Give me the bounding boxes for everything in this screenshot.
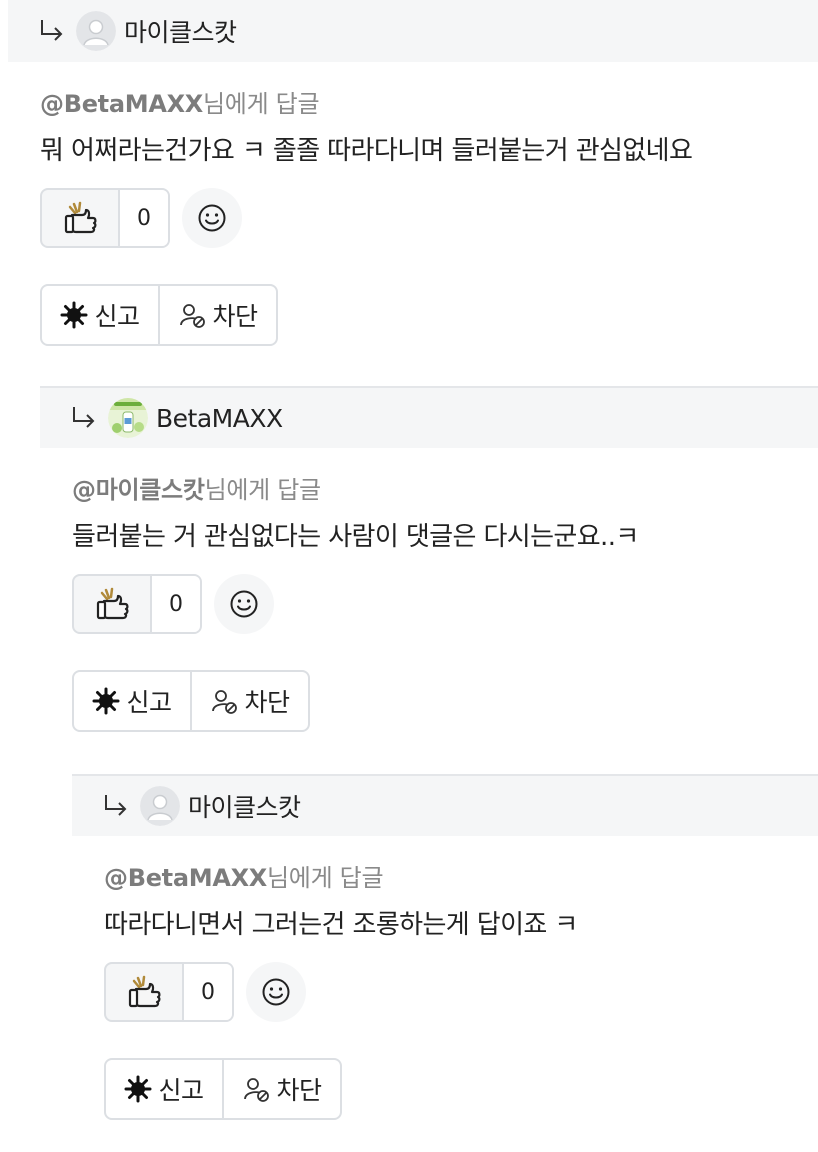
like-count: 0 xyxy=(184,964,232,1020)
author-name[interactable]: 마이클스캇 xyxy=(124,13,237,49)
like-button[interactable] xyxy=(42,190,120,246)
comment-actions: 신고 차단 xyxy=(104,1058,342,1120)
user-block-icon xyxy=(244,1078,270,1102)
mention-user[interactable]: @BetaMAXX xyxy=(40,90,203,118)
block-button[interactable]: 차단 xyxy=(222,1060,340,1118)
comment: 마이클스캇 @BetaMAXX님에게 답글 따라다니면서 그러는건 조롱하는게 … xyxy=(72,774,818,1120)
reply-mention: @BetaMAXX님에게 답글 xyxy=(104,858,818,892)
report-button[interactable]: 신고 xyxy=(42,286,158,344)
like-button[interactable] xyxy=(74,576,152,632)
smiley-icon xyxy=(198,204,226,232)
mention-user[interactable]: @BetaMAXX xyxy=(104,864,267,892)
block-label: 차단 xyxy=(212,302,258,331)
user-block-icon xyxy=(180,304,206,328)
reaction-bar: 0 xyxy=(104,962,818,1022)
comment-header: 마이클스캇 xyxy=(8,0,818,62)
block-button[interactable]: 차단 xyxy=(158,286,276,344)
smiley-icon xyxy=(262,978,290,1006)
avatar[interactable] xyxy=(76,11,116,51)
add-reaction-button[interactable] xyxy=(214,574,274,634)
report-button[interactable]: 신고 xyxy=(106,1060,222,1118)
avatar[interactable] xyxy=(140,786,180,826)
report-label: 신고 xyxy=(126,688,172,717)
comment-actions: 신고 차단 xyxy=(40,284,278,346)
comment-header: BetaMAXX xyxy=(40,386,818,448)
comment-text: 들러붙는 거 관심없다는 사람이 댓글은 다시는군요..ㅋ xyxy=(72,522,639,552)
comment: BetaMAXX @마이클스캇님에게 답글 들러붙는 거 관심없다는 사람이 댓… xyxy=(40,386,818,732)
reply-arrow-icon xyxy=(41,20,63,41)
report-label: 신고 xyxy=(94,302,140,331)
like-button[interactable] xyxy=(106,964,184,1020)
author-name[interactable]: BetaMAXX xyxy=(156,404,283,433)
comment-text: 따라다니면서 그러는건 조롱하는게 답이죠 ㅋ xyxy=(104,910,578,940)
comment-text: 뭐 어쩌라는건가요 ㅋ 졸졸 따라다니며 들러붙는거 관심없네요 xyxy=(40,136,693,166)
block-button[interactable]: 차단 xyxy=(190,672,308,730)
siren-icon xyxy=(92,687,120,715)
thumbs-up-icon xyxy=(128,975,161,1008)
smiley-icon xyxy=(230,590,258,618)
reaction-bar: 0 xyxy=(40,188,818,248)
like-count: 0 xyxy=(152,576,200,632)
mention-suffix: 님에게 답글 xyxy=(267,864,384,892)
like-count: 0 xyxy=(120,190,168,246)
siren-icon xyxy=(60,301,88,329)
mention-user[interactable]: @마이클스캇 xyxy=(72,476,205,504)
reply-mention: @BetaMAXX님에게 답글 xyxy=(40,84,818,118)
siren-icon xyxy=(124,1075,152,1103)
comment-header: 마이클스캇 xyxy=(72,774,818,836)
like-group: 0 xyxy=(72,574,202,634)
report-label: 신고 xyxy=(158,1076,204,1105)
report-button[interactable]: 신고 xyxy=(74,672,190,730)
reply-mention: @마이클스캇님에게 답글 xyxy=(72,470,818,504)
thumbs-up-icon xyxy=(96,587,129,620)
add-reaction-button[interactable] xyxy=(182,188,242,248)
block-label: 차단 xyxy=(276,1076,322,1105)
comment: 마이클스캇 @BetaMAXX님에게 답글 뭐 어쩌라는건가요 ㅋ 졸졸 따라다… xyxy=(8,0,818,346)
user-block-icon xyxy=(212,690,238,714)
add-reaction-button[interactable] xyxy=(246,962,306,1022)
mention-suffix: 님에게 답글 xyxy=(204,476,322,504)
reply-arrow-icon xyxy=(105,795,127,816)
comment-thread: 마이클스캇 @BetaMAXX님에게 답글 뭐 어쩌라는건가요 ㅋ 졸졸 따라다… xyxy=(0,0,818,1152)
block-label: 차단 xyxy=(244,688,290,717)
reaction-bar: 0 xyxy=(72,574,818,634)
thumbs-up-icon xyxy=(64,201,97,234)
author-name[interactable]: 마이클스캇 xyxy=(188,788,301,824)
avatar[interactable] xyxy=(108,398,148,438)
like-group: 0 xyxy=(40,188,170,248)
mention-suffix: 님에게 답글 xyxy=(203,90,320,118)
comment-actions: 신고 차단 xyxy=(72,670,310,732)
reply-arrow-icon xyxy=(73,407,95,428)
like-group: 0 xyxy=(104,962,234,1022)
